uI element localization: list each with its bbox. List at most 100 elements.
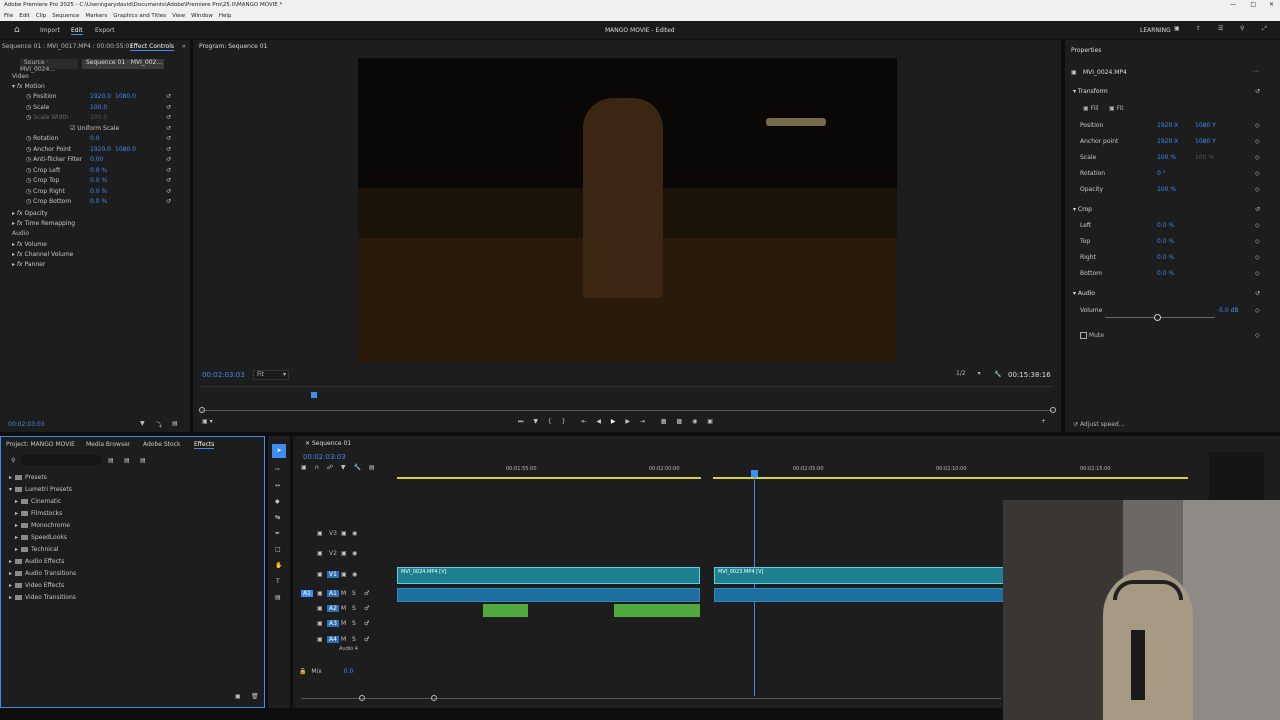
- keyframe-icon[interactable]: ◇: [1255, 169, 1260, 179]
- sequence-tab[interactable]: ✕ Sequence 01: [305, 440, 351, 447]
- add-marker-icon[interactable]: ▼: [341, 464, 346, 471]
- chevron-right-icon[interactable]: ▸: [9, 570, 12, 577]
- snap-icon[interactable]: ∩: [315, 464, 319, 471]
- effect-row-value-1[interactable]: 0.0 %: [90, 176, 107, 186]
- resolution-select[interactable]: 1/2 ▾: [956, 370, 986, 380]
- microphone-icon[interactable]: ♂: [364, 605, 369, 612]
- program-playhead[interactable]: [311, 392, 317, 398]
- effect-row-value-1[interactable]: 1920.0: [90, 145, 111, 155]
- effect-row-scale-width[interactable]: ◷ Scale Width 100.0 ↺: [20, 113, 180, 123]
- linked-selection-icon[interactable]: ☍: [327, 464, 333, 471]
- keyframe-icon[interactable]: ◇: [1255, 137, 1260, 147]
- fit-button[interactable]: ▣ Fit: [1109, 105, 1124, 112]
- opacity-row[interactable]: ▸ fx Opacity: [12, 209, 48, 219]
- settings-icon[interactable]: ▣ ▾: [202, 418, 213, 425]
- volume-row[interactable]: ▸ fx Volume: [12, 240, 47, 250]
- reset-icon[interactable]: ↺: [166, 166, 171, 176]
- program-ruler[interactable]: [201, 386, 1053, 394]
- reset-transform-icon[interactable]: ↺: [1255, 88, 1260, 95]
- chevron-right-icon[interactable]: ▸: [15, 522, 18, 529]
- chevron-down-icon[interactable]: ▾: [9, 486, 12, 493]
- track-header-a3[interactable]: ▣ A3 M S ♂: [301, 619, 396, 632]
- fit-select[interactable]: Fit ▾: [253, 370, 289, 380]
- mix-lock-icon[interactable]: 🔒: [299, 668, 306, 675]
- maximize-icon[interactable]: □: [1250, 1, 1256, 8]
- chevron-right-icon[interactable]: ▸: [15, 498, 18, 505]
- prop-row-value-1[interactable]: 100 %: [1157, 185, 1176, 195]
- 32bit-effects-icon[interactable]: ▤: [124, 457, 130, 464]
- delete-icon[interactable]: 🗑: [251, 693, 259, 700]
- sync-lock-icon[interactable]: ▣: [341, 550, 347, 557]
- mute-track-icon[interactable]: M: [341, 620, 346, 627]
- filter-icon[interactable]: ▼: [140, 420, 145, 427]
- panner-row[interactable]: ▸ fx Panner: [12, 260, 45, 270]
- source-patch-a1[interactable]: A1: [301, 590, 313, 597]
- lift-icon[interactable]: ⏭: [518, 418, 523, 425]
- pen-tool-icon[interactable]: ✒: [275, 530, 280, 537]
- crop-row-value[interactable]: 0.0 %: [1157, 221, 1174, 231]
- effect-row-value-2[interactable]: 1080.0: [115, 145, 136, 155]
- adjust-speed-button[interactable]: ↺ Adjust speed...: [1073, 421, 1124, 428]
- prop-row-value-2[interactable]: 1080 Y: [1195, 121, 1216, 131]
- keyframe-icon[interactable]: ◇: [1255, 237, 1260, 247]
- motion-row[interactable]: ▾ fx Motion: [12, 82, 45, 92]
- accelerated-effects-icon[interactable]: ▤: [108, 457, 114, 464]
- effect-row-crop-top[interactable]: ◷ Crop Top 0.0 % ↺: [20, 176, 180, 186]
- mute-keyframe-icon[interactable]: ◇: [1255, 332, 1260, 339]
- chevron-right-icon[interactable]: ▸: [15, 546, 18, 553]
- keyframe-icon[interactable]: ◇: [1255, 121, 1260, 131]
- tree-item-cinematic[interactable]: ▸ Cinematic: [15, 496, 61, 508]
- audio-clip-2[interactable]: [714, 588, 1004, 602]
- music-clip-1[interactable]: [483, 604, 528, 617]
- comparison-icon[interactable]: ▣: [707, 418, 713, 425]
- effect-row-crop-left[interactable]: ◷ Crop Left 0.0 % ↺: [20, 166, 180, 176]
- reset-icon[interactable]: ↺: [166, 124, 171, 134]
- tab-adobe-stock[interactable]: Adobe Stock: [143, 441, 181, 448]
- keyframe-icon[interactable]: ◇: [1255, 153, 1260, 163]
- sync-lock-icon[interactable]: ▣: [341, 530, 347, 537]
- track-header-a1[interactable]: A1 ▣ A1 M S ♂: [301, 589, 396, 602]
- caption-tool-icon[interactable]: ▤: [275, 594, 281, 601]
- tree-item-filmstocks[interactable]: ▸ Filmstocks: [15, 508, 62, 520]
- mark-out-icon[interactable]: }: [562, 418, 566, 425]
- tab-export[interactable]: Export: [95, 27, 115, 34]
- keyframe-icon[interactable]: ◇: [1255, 221, 1260, 231]
- sync-lock-icon[interactable]: ▣: [341, 571, 347, 578]
- tree-item-speedlooks[interactable]: ▸ SpeedLooks: [15, 532, 67, 544]
- search-icon[interactable]: ⚲: [11, 457, 15, 464]
- learning-label[interactable]: LEARNING: [1140, 27, 1171, 34]
- effect-row-value-1[interactable]: 0.0: [90, 134, 100, 144]
- solo-icon[interactable]: S: [352, 620, 356, 627]
- chevron-right-icon[interactable]: ▸: [9, 474, 12, 481]
- crop-row-value[interactable]: 0.0 %: [1157, 237, 1174, 247]
- track-header-v3[interactable]: ▣ V3 ▣ ◉: [301, 529, 396, 542]
- chevron-right-icon[interactable]: ▸: [15, 534, 18, 541]
- lock-icon[interactable]: ▣: [317, 550, 323, 557]
- scroll-handle-right[interactable]: [431, 695, 437, 701]
- captions-icon[interactable]: ▤: [369, 464, 375, 471]
- channel-volume-row[interactable]: ▸ fx Channel Volume: [12, 250, 73, 260]
- track-name[interactable]: A1: [327, 590, 339, 597]
- reset-crop-icon[interactable]: ↺: [1255, 206, 1260, 213]
- volume-keyframe-icon[interactable]: ◇: [1255, 307, 1260, 314]
- work-area-bar[interactable]: [397, 477, 701, 479]
- fill-button[interactable]: ▣ Fill: [1083, 105, 1099, 112]
- effect-row-value-1[interactable]: 0.0 %: [90, 197, 107, 207]
- menu-edit[interactable]: Edit: [19, 13, 30, 19]
- hand-tool-icon[interactable]: ✋: [275, 562, 282, 569]
- transform-section[interactable]: ▾ Transform: [1073, 88, 1108, 95]
- share-icon[interactable]: ⇧: [1196, 25, 1201, 32]
- microphone-icon[interactable]: ♂: [364, 636, 369, 643]
- menu-help[interactable]: Help: [219, 13, 232, 19]
- play-icon[interactable]: ▶: [611, 418, 616, 425]
- selection-tool-icon[interactable]: ➤: [272, 444, 286, 458]
- lock-icon[interactable]: ▣: [317, 636, 323, 643]
- effect-row-value-2[interactable]: 1080.0: [115, 92, 136, 102]
- mark-in-icon[interactable]: {: [548, 418, 552, 425]
- menu-view[interactable]: View: [172, 13, 185, 19]
- keyframe-icon[interactable]: ◇: [1255, 185, 1260, 195]
- effect-row-scale[interactable]: ◷ Scale 100.0 ↺: [20, 103, 180, 113]
- video-clip-2[interactable]: MVI_0023.MP4 [V]: [714, 567, 1004, 584]
- tree-item-monochrome[interactable]: ▸ Monochrome: [15, 520, 70, 532]
- tree-item-video-effects[interactable]: ▸ Video Effects: [9, 580, 64, 592]
